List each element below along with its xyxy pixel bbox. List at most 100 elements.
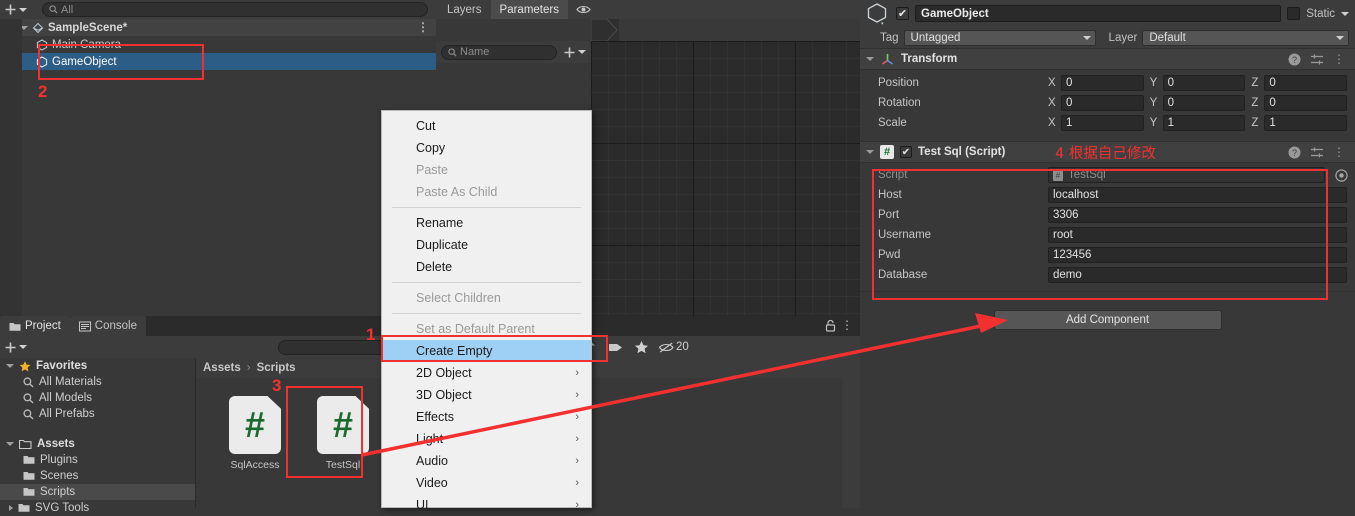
kebab-icon[interactable]: ⋮ xyxy=(1333,145,1345,159)
help-icon[interactable]: ? xyxy=(1288,53,1301,66)
tree-label: All Prefabs xyxy=(39,408,95,420)
host-value: localhost xyxy=(1053,189,1099,201)
tree-row-svg-tools[interactable]: SVG Tools xyxy=(0,500,195,516)
label-filter-icon[interactable] xyxy=(602,341,628,354)
menu-item-audio[interactable]: Audio › xyxy=(382,450,591,472)
eye-icon[interactable] xyxy=(576,4,591,15)
kebab-icon[interactable]: ⋮ xyxy=(417,20,429,34)
menu-item-copy[interactable]: Copy xyxy=(382,137,591,159)
animator-state-graph[interactable] xyxy=(591,41,860,316)
chevron-right-icon: › xyxy=(246,362,251,374)
animator-breadcrumb-chip[interactable] xyxy=(591,19,619,41)
chevron-down-icon[interactable] xyxy=(6,442,14,446)
tree-row-favorites[interactable]: Favorites xyxy=(0,358,195,374)
rotation-x-input[interactable]: 0 xyxy=(1061,95,1144,111)
username-input[interactable]: root xyxy=(1048,227,1347,243)
tab-layers[interactable]: Layers xyxy=(438,0,491,19)
menu-item-rename[interactable]: Rename xyxy=(382,212,591,234)
menu-item-light[interactable]: Light › xyxy=(382,428,591,450)
rotation-z-input[interactable]: 0 xyxy=(1264,95,1348,111)
preset-icon[interactable] xyxy=(1310,146,1324,159)
menu-item-ui[interactable]: UI › xyxy=(382,494,591,516)
preset-icon[interactable] xyxy=(1310,53,1324,66)
scale-x-input[interactable]: 1 xyxy=(1061,115,1144,131)
testsql-enabled-checkbox[interactable]: ✔ xyxy=(900,146,912,158)
menu-item-duplicate[interactable]: Duplicate xyxy=(382,234,591,256)
tag-layer-row: Tag Untagged Layer Default xyxy=(860,27,1355,48)
gameobject-enabled-checkbox[interactable]: ✔ xyxy=(896,7,909,20)
port-input[interactable]: 3306 xyxy=(1048,207,1347,223)
asset-item-sqlaccess[interactable]: SqlAccess xyxy=(218,396,292,471)
tag-dropdown[interactable]: Untagged xyxy=(903,29,1096,46)
static-checkbox[interactable] xyxy=(1287,7,1301,20)
menu-item-cut[interactable]: Cut xyxy=(382,115,591,137)
hierarchy-row-main-camera[interactable]: Main Camera xyxy=(0,36,436,53)
position-z-input[interactable]: 0 xyxy=(1264,75,1348,91)
tree-row-assets[interactable]: Assets xyxy=(0,436,195,452)
tree-row-all-prefabs[interactable]: All Prefabs xyxy=(0,406,195,422)
menu-item-3d-object[interactable]: 3D Object › xyxy=(382,384,591,406)
database-input[interactable]: demo xyxy=(1048,267,1347,283)
breadcrumb-assets[interactable]: Assets xyxy=(203,362,241,374)
chevron-right-icon[interactable] xyxy=(9,505,13,511)
hierarchy-create-button[interactable] xyxy=(4,3,38,16)
hierarchy-row-gameobject[interactable]: GameObject xyxy=(0,53,436,70)
chevron-down-icon[interactable] xyxy=(1341,11,1349,16)
pwd-input[interactable]: 123456 xyxy=(1048,247,1347,263)
host-input[interactable]: localhost xyxy=(1048,187,1347,203)
help-icon[interactable]: ? xyxy=(1288,146,1301,159)
add-component-button[interactable]: Add Component xyxy=(993,310,1222,330)
menu-item-label: Set as Default Parent xyxy=(416,322,535,336)
tree-row-all-models[interactable]: All Models xyxy=(0,390,195,406)
folder-icon xyxy=(18,504,30,512)
tab-console[interactable]: Console xyxy=(69,316,146,336)
pwd-field-row: Pwd 123456 xyxy=(860,245,1355,265)
chevron-down-icon[interactable] xyxy=(866,57,874,61)
favorite-filter-icon[interactable] xyxy=(628,340,654,354)
menu-item-2d-object[interactable]: 2D Object › xyxy=(382,362,591,384)
position-y-input[interactable]: 0 xyxy=(1162,75,1246,91)
script-object-field[interactable]: # TestSql xyxy=(1048,167,1325,183)
rotation-y-input[interactable]: 0 xyxy=(1162,95,1246,111)
kebab-icon[interactable]: ⋮ xyxy=(1333,52,1345,66)
lock-icon[interactable] xyxy=(825,319,836,332)
tab-project[interactable]: Project xyxy=(0,316,70,336)
hierarchy-row-scene[interactable]: SampleScene* ⋮ xyxy=(0,19,436,36)
animator-breadcrumb-bar xyxy=(591,19,860,41)
gameobject-name-input[interactable]: GameObject xyxy=(915,5,1282,22)
tree-row-plugins[interactable]: Plugins xyxy=(0,452,195,468)
parameter-search-input[interactable]: Name xyxy=(441,44,557,60)
menu-item-label: Select Children xyxy=(416,291,501,305)
kebab-icon[interactable]: ⋮ xyxy=(841,318,853,332)
tree-row-scenes[interactable]: Scenes xyxy=(0,468,195,484)
menu-item-delete[interactable]: Delete xyxy=(382,256,591,278)
object-picker-icon[interactable] xyxy=(1331,168,1351,182)
tree-row-all-materials[interactable]: All Materials xyxy=(0,374,195,390)
menu-item-label: 3D Object xyxy=(416,388,472,402)
menu-item-effects[interactable]: Effects › xyxy=(382,406,591,428)
chevron-down-icon[interactable] xyxy=(866,150,874,154)
position-x-input[interactable]: 0 xyxy=(1061,75,1144,91)
menu-item-video[interactable]: Video › xyxy=(382,472,591,494)
hierarchy-context-menu: Cut Copy Paste Paste As Child Rename Dup… xyxy=(381,110,592,512)
tree-row-scripts[interactable]: Scripts xyxy=(0,484,195,500)
layer-dropdown[interactable]: Default xyxy=(1142,29,1349,46)
transform-component-header[interactable]: Transform ? ⋮ xyxy=(860,48,1355,70)
project-create-button[interactable] xyxy=(4,341,38,354)
add-parameter-button[interactable] xyxy=(563,46,586,59)
hidden-assets-indicator[interactable]: 20 xyxy=(658,341,689,354)
menu-item-create-empty[interactable]: Create Empty xyxy=(382,340,591,362)
project-scrollbar[interactable] xyxy=(842,358,860,508)
testsql-component-header[interactable]: # ✔ Test Sql (Script) ? ⋮ xyxy=(860,141,1355,163)
menu-item-label: Create Empty xyxy=(416,344,493,358)
hierarchy-search-input[interactable]: All xyxy=(42,2,428,17)
menu-item-label: Audio xyxy=(416,454,448,468)
breadcrumb-scripts[interactable]: Scripts xyxy=(257,362,296,374)
scale-y-input[interactable]: 1 xyxy=(1162,115,1246,131)
chevron-down-icon[interactable] xyxy=(6,364,14,368)
scale-z-input[interactable]: 1 xyxy=(1264,115,1348,131)
asset-item-testsql[interactable]: TestSql xyxy=(306,396,380,471)
chevron-right-icon: › xyxy=(575,455,579,467)
tab-parameters[interactable]: Parameters xyxy=(490,0,568,19)
testsql-fields: Script # TestSql Host localhost Port 330… xyxy=(860,163,1355,285)
